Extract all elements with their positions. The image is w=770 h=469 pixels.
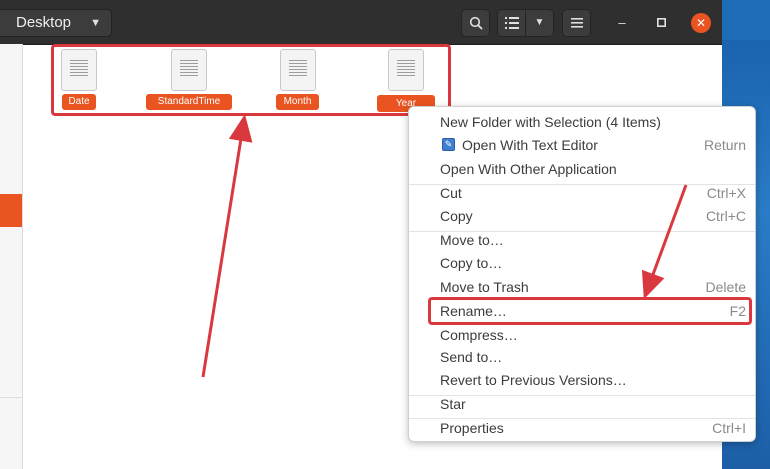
annotation-arrow — [641, 184, 688, 300]
annotation-arrow — [201, 114, 253, 378]
annotation-arrows — [201, 114, 688, 378]
